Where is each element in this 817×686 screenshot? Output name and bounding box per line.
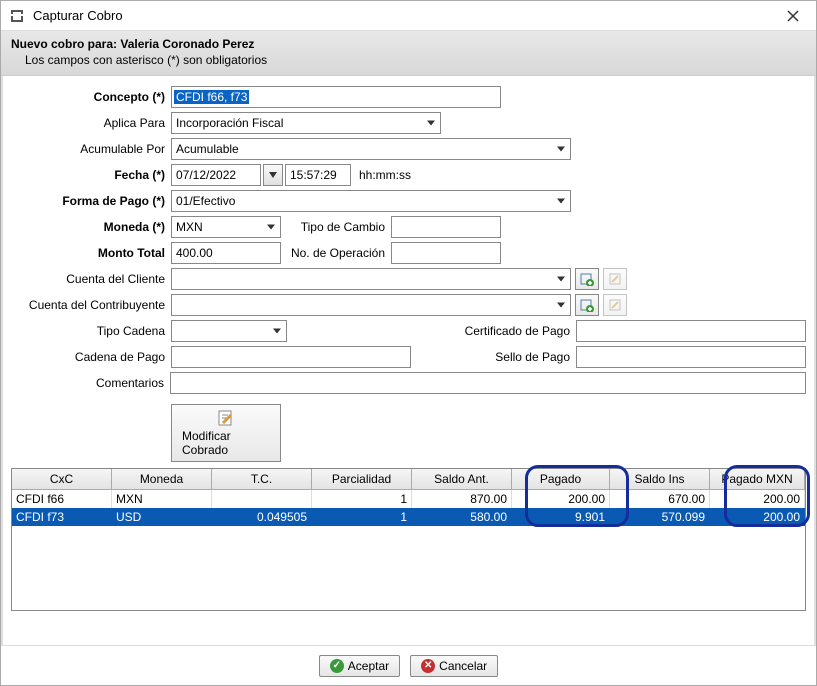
moneda-select[interactable]	[171, 216, 281, 238]
table-wrap: CxC Moneda T.C. Parcialidad Saldo Ant. P…	[11, 468, 806, 611]
modificar-label: Modificar Cobrado	[182, 429, 270, 457]
label-acum: Acumulable Por	[11, 142, 171, 156]
sello-pago-input	[576, 346, 806, 368]
th-pagado[interactable]: Pagado	[512, 469, 610, 489]
label-forma: Forma de Pago (*)	[11, 194, 171, 208]
th-parcialidad[interactable]: Parcialidad	[312, 469, 412, 489]
label-aplica: Aplica Para	[11, 116, 171, 130]
certificado-pago-input	[576, 320, 806, 342]
aplica-select[interactable]	[171, 112, 441, 134]
check-icon: ✓	[330, 659, 344, 673]
th-saldo-ins[interactable]: Saldo Ins	[610, 469, 710, 489]
label-cuentacli: Cuenta del Cliente	[11, 272, 171, 286]
hora-input[interactable]	[285, 164, 351, 186]
footer: ✓Aceptar ✕Cancelar	[1, 645, 816, 685]
table-cell: 200.00	[710, 490, 805, 508]
table-row[interactable]: CFDI f73USD0.0495051580.009.901570.09920…	[12, 508, 805, 526]
th-tc[interactable]: T.C.	[212, 469, 312, 489]
close-button[interactable]	[778, 6, 808, 26]
table-cell: 670.00	[610, 490, 710, 508]
label-hhmmss: hh:mm:ss	[359, 168, 411, 182]
th-saldo-ant[interactable]: Saldo Ant.	[412, 469, 512, 489]
forma-pago-select[interactable]	[171, 190, 571, 212]
header-line1: Nuevo cobro para: Valeria Coronado Perez	[11, 37, 806, 51]
label-fecha: Fecha (*)	[11, 168, 171, 182]
header: Nuevo cobro para: Valeria Coronado Perez…	[1, 31, 816, 76]
table-row[interactable]: CFDI f66MXN1870.00200.00670.00200.00	[12, 490, 805, 508]
table-cell: MXN	[112, 490, 212, 508]
titlebar: Capturar Cobro	[1, 1, 816, 31]
table-cell: 1	[312, 508, 412, 526]
cuenta-cliente-select[interactable]	[171, 268, 571, 290]
label-monto: Monto Total	[11, 246, 171, 260]
table-body: CFDI f66MXN1870.00200.00670.00200.00CFDI…	[12, 490, 805, 610]
cuenta-contribuyente-select[interactable]	[171, 294, 571, 316]
cadena-pago-input	[171, 346, 411, 368]
table-header: CxC Moneda T.C. Parcialidad Saldo Ant. P…	[12, 469, 805, 490]
table-cell: 200.00	[512, 490, 610, 508]
monto-input[interactable]	[171, 242, 281, 264]
th-pagado-mxn[interactable]: Pagado MXN	[710, 469, 805, 489]
concepto-input[interactable]: CFDI f66, f73	[171, 86, 501, 108]
table-cell: 9.901	[512, 508, 610, 526]
table-cell: 200.00	[710, 508, 805, 526]
cancelar-button[interactable]: ✕Cancelar	[410, 655, 498, 677]
form-body: Concepto (*) CFDI f66, f73 Aplica Para A…	[1, 76, 816, 645]
table-cell: CFDI f66	[12, 490, 112, 508]
label-concepto: Concepto (*)	[11, 90, 171, 104]
label-noop: No. de Operación	[281, 246, 391, 260]
fecha-dropdown-button[interactable]	[263, 164, 283, 186]
edit-cuenta-cliente-button[interactable]	[603, 268, 627, 290]
add-cuenta-cliente-button[interactable]	[575, 268, 599, 290]
label-sellopago: Sello de Pago	[495, 350, 576, 364]
edit-icon	[217, 409, 235, 427]
tipocambio-input	[391, 216, 501, 238]
cancel-icon: ✕	[421, 659, 435, 673]
window: Capturar Cobro Nuevo cobro para: Valeria…	[0, 0, 817, 686]
edit-cuenta-contribuyente-button[interactable]	[603, 294, 627, 316]
table-cell: 570.099	[610, 508, 710, 526]
label-tipocad: Tipo Cadena	[11, 324, 171, 338]
table-cell: 0.049505	[212, 508, 312, 526]
modificar-cobrado-button[interactable]: Modificar Cobrado	[171, 404, 281, 462]
table-cell	[212, 490, 312, 508]
aceptar-button[interactable]: ✓Aceptar	[319, 655, 400, 677]
label-cadpago: Cadena de Pago	[11, 350, 171, 364]
label-cuentacon: Cuenta del Contribuyente	[11, 298, 171, 312]
tipo-cadena-select	[171, 320, 287, 342]
window-title: Capturar Cobro	[33, 8, 778, 23]
header-line2: Los campos con asterisco (*) son obligat…	[11, 53, 806, 67]
table-cell: USD	[112, 508, 212, 526]
add-cuenta-contribuyente-button[interactable]	[575, 294, 599, 316]
noop-input[interactable]	[391, 242, 501, 264]
table-cell: CFDI f73	[12, 508, 112, 526]
label-coment: Comentarios	[11, 376, 170, 390]
label-moneda: Moneda (*)	[11, 220, 171, 234]
fecha-input[interactable]	[171, 164, 261, 186]
table-cell: 580.00	[412, 508, 512, 526]
acumulable-select[interactable]	[171, 138, 571, 160]
th-cxc[interactable]: CxC	[12, 469, 112, 489]
comentarios-input[interactable]	[170, 372, 806, 394]
payments-table: CxC Moneda T.C. Parcialidad Saldo Ant. P…	[11, 468, 806, 611]
table-cell: 1	[312, 490, 412, 508]
label-tipocambio: Tipo de Cambio	[281, 220, 391, 234]
th-moneda[interactable]: Moneda	[112, 469, 212, 489]
app-icon	[9, 8, 25, 24]
table-cell: 870.00	[412, 490, 512, 508]
label-certpago: Certificado de Pago	[465, 324, 576, 338]
